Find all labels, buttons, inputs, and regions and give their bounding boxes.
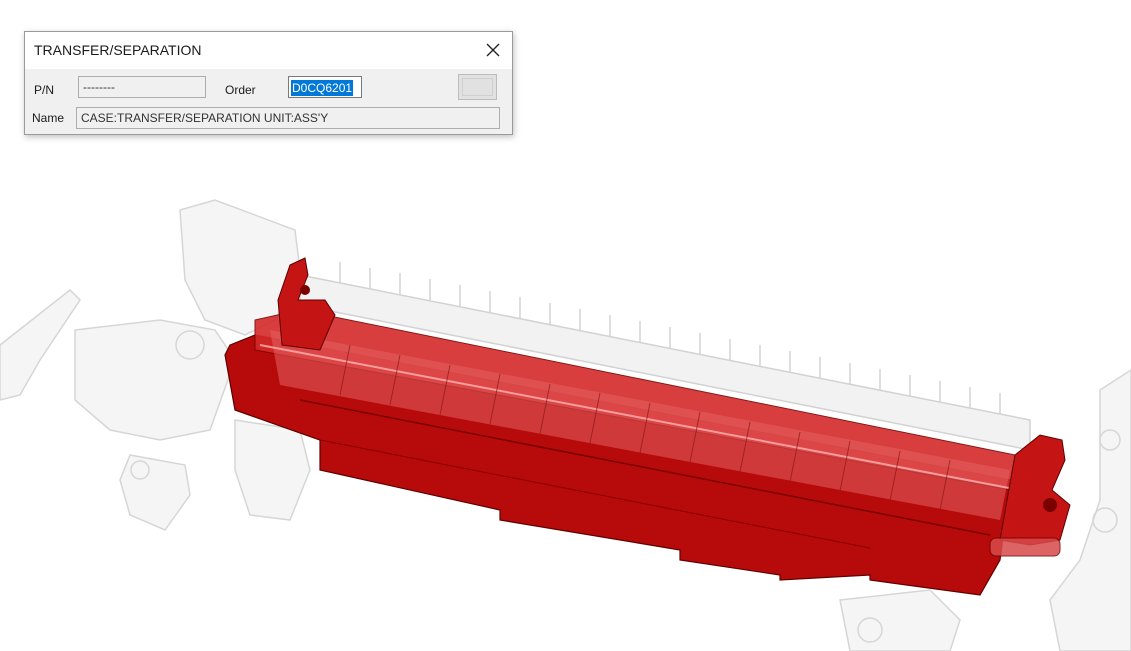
order-value-selected: D0CQ6201 — [291, 80, 354, 96]
part-info-dialog: TRANSFER/SEPARATION P/N -------- Order D… — [24, 31, 513, 135]
name-label: Name — [32, 111, 65, 125]
pn-field[interactable]: -------- — [78, 76, 206, 98]
pn-label: P/N — [34, 83, 55, 97]
order-label: Order — [225, 83, 256, 97]
dialog-title: TRANSFER/SEPARATION — [34, 42, 202, 58]
blank-button-inner — [462, 78, 493, 96]
close-icon[interactable] — [480, 37, 506, 63]
dialog-titlebar: TRANSFER/SEPARATION — [25, 32, 512, 69]
order-input[interactable]: D0CQ6201 — [288, 76, 362, 98]
name-field[interactable]: CASE:TRANSFER/SEPARATION UNIT:ASS'Y — [76, 107, 500, 129]
blank-button[interactable] — [458, 74, 497, 100]
